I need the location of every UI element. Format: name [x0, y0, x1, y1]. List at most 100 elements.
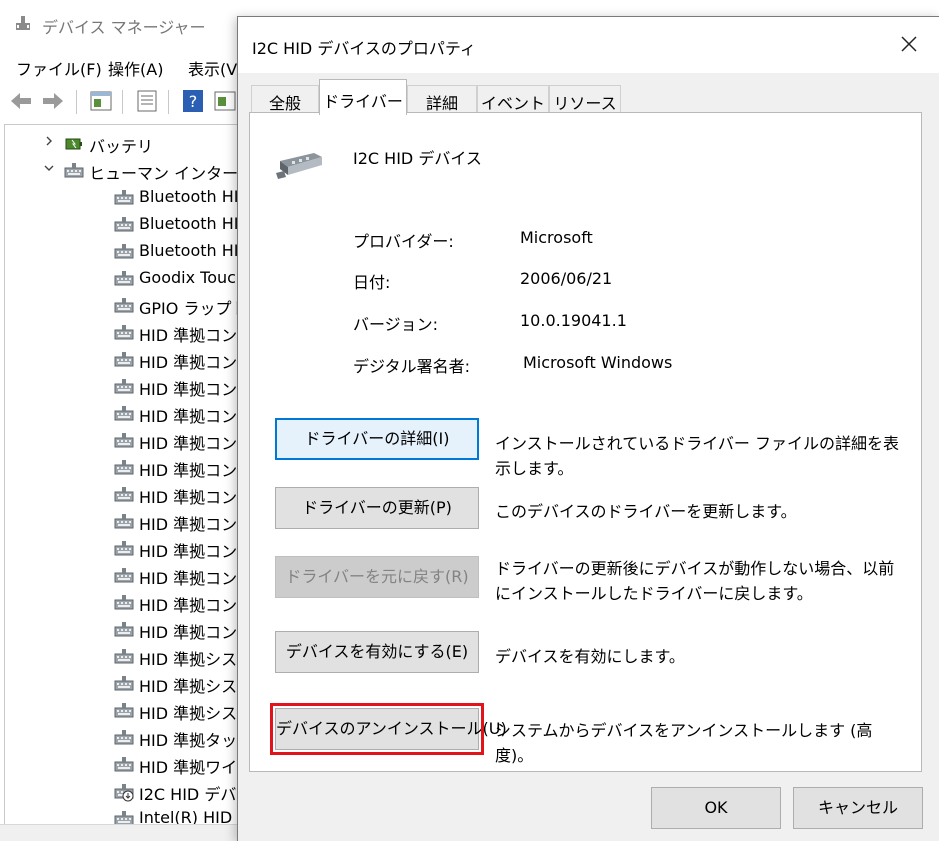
tree-item[interactable]: Bluetooth HID [5, 237, 240, 264]
tree-item[interactable]: I2C HID デバイス [5, 777, 240, 804]
tree-item[interactable]: HID 準拠コンシューマー [5, 345, 240, 372]
tree-item[interactable]: Bluetooth HID [5, 210, 240, 237]
hid-icon [114, 649, 134, 664]
toolbar-separator [76, 90, 77, 114]
tree-item[interactable]: GPIO ラップトップ [5, 291, 240, 318]
device-manager-title: デバイス マネージャー [42, 18, 206, 37]
tab-general[interactable]: 全般 [251, 85, 319, 113]
enable-device-description: デバイスを有効にします。 [495, 647, 685, 666]
tree-item-label: I2C HID デバイス [139, 785, 240, 804]
tree-item-label: HID 準拠タッチ [139, 731, 240, 750]
tab-resources[interactable]: リソース [549, 85, 621, 113]
driver-tab-panel: I2C HID デバイス プロバイダー: Microsoft 日付: 2006/… [249, 112, 922, 772]
tree-item[interactable]: HID 準拠コンシューマー [5, 507, 240, 534]
close-icon[interactable] [892, 27, 926, 61]
tree-item-label: HID 準拠システム [139, 704, 240, 723]
device-name: I2C HID デバイス [353, 149, 482, 168]
tree-item[interactable]: HID 準拠コンシューマー [5, 480, 240, 507]
properties-dialog: I2C HID デバイスのプロパティ 全般 ドライバー 詳細 イベント リソース… [237, 16, 939, 841]
ok-button[interactable]: OK [651, 787, 781, 829]
tree-item[interactable]: HID 準拠コンシューマー [5, 615, 240, 642]
driver-details-description: インストールされているドライバー ファイルの詳細を表示します。 [495, 434, 899, 478]
tree-item[interactable]: HID 準拠コンシューマー [5, 426, 240, 453]
tree-item[interactable]: HID 準拠システム [5, 669, 240, 696]
uninstall-device-button[interactable]: デバイスのアンインストール(U) [270, 703, 507, 755]
menu-view[interactable]: 表示(V) [188, 56, 243, 80]
menu-file[interactable]: ファイル(F) [16, 56, 102, 80]
tree-item-label: Bluetooth HID [139, 187, 240, 206]
tree-item[interactable]: HID 準拠システム [5, 696, 240, 723]
tree-item-label: GPIO ラップトップ [139, 299, 240, 318]
tree-item[interactable]: Bluetooth HID [5, 183, 240, 210]
tree-item[interactable]: HID 準拠ワイヤレス [5, 750, 240, 777]
tree-item-label: バッテリ [89, 137, 154, 156]
tree-item[interactable]: ヒューマン インターフェイス デバイス [5, 156, 240, 183]
provider-label: プロバイダー: [353, 232, 454, 251]
rollback-driver-button[interactable]: ドライバーを元に戻す(R) [275, 556, 479, 598]
tree-item-label: HID 準拠コンシューマー [139, 434, 240, 453]
tree-item-label: HID 準拠コンシューマー [139, 326, 240, 345]
tree-item[interactable]: HID 準拠コンシューマー [5, 453, 240, 480]
toolbar-separator [122, 90, 123, 114]
tree-item[interactable]: HID 準拠コンシューマー [5, 399, 240, 426]
scan-hardware-icon[interactable] [212, 88, 238, 114]
tab-details[interactable]: 詳細 [407, 85, 477, 113]
update-driver-button[interactable]: ドライバーの更新(P) [275, 487, 479, 529]
forward-arrow-icon[interactable] [40, 88, 66, 114]
version-value: 10.0.19041.1 [520, 311, 627, 330]
tree-item-label: HID 準拠コンシューマー [139, 596, 240, 615]
hid-icon [114, 622, 134, 637]
menu-action[interactable]: 操作(A) [108, 56, 163, 80]
tree-item[interactable]: HID 準拠コンシューマー [5, 372, 240, 399]
hid-icon [114, 703, 134, 718]
toolbar-separator [168, 90, 169, 114]
tree-item[interactable]: HID 準拠システム [5, 642, 240, 669]
hid-icon [114, 460, 134, 475]
dialog-title: I2C HID デバイスのプロパティ [252, 39, 476, 58]
hid-icon [114, 244, 134, 259]
tree-item-label: HID 準拠コンシューマー [139, 488, 240, 507]
list-view-icon[interactable] [134, 88, 160, 114]
tree-item[interactable]: バッテリ [5, 129, 240, 156]
driver-details-button[interactable]: ドライバーの詳細(I) [275, 418, 479, 460]
tree-item[interactable]: HID 準拠コンシューマー [5, 561, 240, 588]
hid-icon [114, 541, 134, 556]
uninstall-device-description: システムからデバイスをアンインストールします (高度)。 [495, 721, 873, 765]
rollback-driver-description: ドライバーの更新後にデバイスが動作しない場合、以前にインストールしたドライバーに… [495, 559, 895, 603]
help-icon[interactable]: ? [180, 88, 206, 114]
hid-icon [114, 325, 134, 340]
hid-icon [114, 298, 134, 313]
properties-pane-icon[interactable] [88, 88, 114, 114]
hid-device-icon [276, 153, 322, 179]
tree-item[interactable]: HID 準拠コンシューマー [5, 534, 240, 561]
tree-item-label: HID 準拠システム [139, 650, 240, 669]
hid-icon [114, 190, 134, 205]
back-arrow-icon[interactable] [8, 88, 34, 114]
tree-item-label: HID 準拠コンシューマー [139, 623, 240, 642]
hid-icon [114, 352, 134, 367]
tab-events[interactable]: イベント [477, 85, 549, 113]
tree-item-label: ヒューマン インターフェイス デバイス [89, 164, 240, 183]
tree-item-label: HID 準拠コンシューマー [139, 542, 240, 561]
hid-disabled-icon [114, 784, 134, 802]
tab-driver[interactable]: ドライバー [319, 79, 407, 115]
cancel-button[interactable]: キャンセル [793, 787, 923, 829]
tree-item-label: HID 準拠コンシューマー [139, 515, 240, 534]
dialog-titlebar: I2C HID デバイスのプロパティ [238, 17, 939, 73]
tree-item[interactable]: HID 準拠タッチ [5, 723, 240, 750]
tree-item-label: HID 準拠コンシューマー [139, 353, 240, 372]
chevron-right-icon[interactable] [43, 135, 55, 147]
tree-item[interactable]: Goodix Touch [5, 264, 240, 291]
tree-item-label: HID 準拠コンシューマー [139, 461, 240, 480]
hid-icon [114, 379, 134, 394]
tree-item[interactable]: HID 準拠コンシューマー [5, 588, 240, 615]
tree-item-label: HID 準拠コンシューマー [139, 380, 240, 399]
hid-icon [114, 406, 134, 421]
update-driver-description: このデバイスのドライバーを更新します。 [495, 502, 797, 521]
hid-icon [114, 487, 134, 502]
date-label: 日付: [353, 273, 391, 292]
enable-device-button[interactable]: デバイスを有効にする(E) [275, 631, 479, 673]
tree-item[interactable]: HID 準拠コンシューマー [5, 318, 240, 345]
chevron-down-icon[interactable] [43, 162, 55, 174]
hid-icon [114, 568, 134, 583]
